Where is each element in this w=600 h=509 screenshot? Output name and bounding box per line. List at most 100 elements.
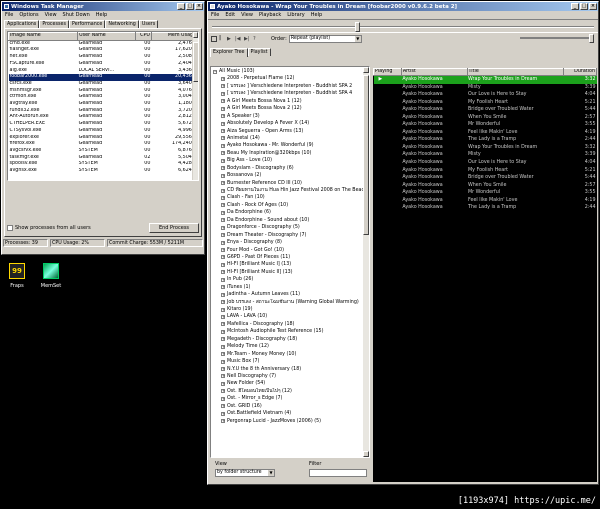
tree-item[interactable]: + Clash - Fan (10)	[211, 194, 369, 201]
table-row[interactable]: cmd.exe Gearhead 00 2,476 K	[9, 40, 198, 47]
playlist-row[interactable]: Ayako Hosokawa My Foolish Heart 5:21	[374, 167, 597, 175]
table-row[interactable]: net.exe Gearhead 00 2,508 K	[9, 54, 198, 61]
table-row[interactable]: firefox.exe Gearhead 00 174,240 K	[9, 141, 198, 148]
pause-icon[interactable]: ‖	[219, 35, 225, 42]
tree-item[interactable]: + Ost. - Mirror_s Edge (7)	[211, 395, 369, 402]
tree-item[interactable]: + Absolutely Develop A Fever X (14)	[211, 120, 369, 127]
tree-item[interactable]: + Music Box (7)	[211, 358, 369, 365]
tree-item[interactable]: + HI-FI [Brilliant Music II] (13)	[211, 269, 369, 276]
fraps-desktop-icon[interactable]: 99 Fraps	[2, 263, 32, 289]
stop-icon[interactable]	[211, 35, 217, 42]
minimize-button[interactable]: _	[177, 3, 185, 10]
playlist-header-artist[interactable]: Artist	[400, 68, 468, 76]
tree-item[interactable]: + Dragonforce - Discography (5)	[211, 224, 369, 231]
tree-item[interactable]: + Enya - Discography (8)	[211, 239, 369, 246]
playlist-header-title[interactable]: Title	[466, 68, 565, 76]
seek-slider[interactable]	[212, 26, 594, 28]
tab-users[interactable]: Users	[138, 20, 159, 28]
playlist-header-duration[interactable]: Duration	[563, 68, 597, 76]
explorer-tree[interactable]: − All Music (103) +2008 - Perpetual Flame…	[210, 66, 370, 458]
column-header-cpu[interactable]: CPU	[134, 32, 152, 41]
playlist-row[interactable]: Ayako Hosokawa When You Smile 2:57	[374, 114, 597, 122]
tree-item[interactable]: + Melody Time (12)	[211, 343, 369, 350]
tree-item[interactable]: +2008 - Perpetual Flame (12)	[211, 75, 369, 82]
tree-item[interactable]: + Job บรรเลง - สถานะโฉมชั่นงาน (Warning G…	[211, 299, 369, 306]
tree-item[interactable]: + Pergonrap Lucid - JazzMoves (2006) (5)	[211, 418, 369, 425]
table-row[interactable]: spoolsv.exe SYSTEM 00 4,428 K	[9, 161, 198, 168]
table-row[interactable]: taskmgr.exe Gearhead 02 5,504 K	[9, 155, 198, 162]
foobar-menu-item-playback[interactable]: Playback	[259, 12, 281, 18]
tab-applications[interactable]: Applications	[4, 20, 40, 28]
previous-icon[interactable]: |◀	[235, 36, 242, 42]
tree-item[interactable]: + In Pub (26)	[211, 276, 369, 283]
column-header-image-name[interactable]: Image Name	[8, 32, 79, 41]
playlist-row[interactable]: Ayako Hosokawa Misty 3:39	[374, 84, 597, 92]
task-manager-titlebar[interactable]: Windows Task Manager _ □ ×	[2, 2, 204, 11]
tree-item[interactable]: + A Girl Meets Bossa Nova 2 (12)	[211, 105, 369, 112]
tree-item[interactable]: + New Folder (54)	[211, 380, 369, 387]
tree-item[interactable]: + Da Endorphine (6)	[211, 209, 369, 216]
tree-item[interactable]: + Mr.Team - Money Money (10)	[211, 351, 369, 358]
tree-item[interactable]: + Bossanova (2)	[211, 172, 369, 179]
table-row[interactable]: Ant-Autorun.exe Gearhead 00 2,812 K	[9, 114, 198, 121]
tree-item[interactable]: + CD ที่ผมทานในงาน Hua Hin Jazz Festival …	[211, 187, 369, 194]
tree-item[interactable]: + Ost.Battlefield Vietnam (4)	[211, 410, 369, 417]
end-process-button[interactable]: End Process	[149, 223, 199, 233]
playlist-row[interactable]: Ayako Hosokawa Feel like Makin' Love 4:19	[374, 197, 597, 205]
foobar-minimize-button[interactable]: _	[571, 3, 579, 10]
playlist-row[interactable]: Ayako Hosokawa Feel like Makin' Love 4:19	[374, 129, 597, 137]
playlist-row[interactable]: Ayako Hosokawa Our Love is Here to Stay 4:…	[374, 159, 597, 167]
tree-item[interactable]: + A Girl Meets Bossa Nova 1 (12)	[211, 98, 369, 105]
tree-item[interactable]: + Ayako Hosokawa - Mr. Wonderful (9)	[211, 142, 369, 149]
tab-networking[interactable]: Networking	[105, 20, 139, 28]
tree-item[interactable]: + Ost. GRID (16)	[211, 403, 369, 410]
table-row[interactable]: explorer.exe Gearhead 00 29,556 K	[9, 135, 198, 142]
playlist-row[interactable]: Ayako Hosokawa Mr Wonderful 3:55	[374, 189, 597, 197]
foobar-menu-item-library[interactable]: Library	[287, 12, 304, 18]
tree-item[interactable]: + iTunes (1)	[211, 284, 369, 291]
process-list-scrollbar[interactable]	[192, 32, 198, 180]
tree-item[interactable]: + Da Endorphine - Sound about (10)	[211, 217, 369, 224]
tree-item[interactable]: + McIntosh Audiophile Test Reference (15)	[211, 328, 369, 335]
tree-item[interactable]: + Clash - Rock Of Ages (10)	[211, 202, 369, 209]
menu-item-file[interactable]: File	[5, 12, 13, 18]
tab-performance[interactable]: Performance	[68, 20, 106, 28]
menu-item-view[interactable]: View	[45, 12, 57, 18]
tree-item[interactable]: + Big Ass - Love (10)	[211, 157, 369, 164]
tree-item[interactable]: + Megadeth - Discography (18)	[211, 336, 369, 343]
table-row[interactable]: flashget.exe Gearhead 00 17,620 K	[9, 47, 198, 54]
foobar-titlebar[interactable]: Ayako Hosokawa - Wrap Your Troubles in D…	[208, 2, 598, 11]
menu-item-options[interactable]: Options	[19, 12, 38, 18]
foobar-menu-item-edit[interactable]: Edit	[225, 12, 235, 18]
tree-item[interactable]: + Four Mod - Got Go! (10)	[211, 247, 369, 254]
tree-item[interactable]: + Bodyslam - Discography (6)	[211, 165, 369, 172]
table-row[interactable]: csrcs.exe Gearhead 00 3,640 K	[9, 81, 198, 88]
filter-input[interactable]	[309, 469, 367, 477]
table-row[interactable]: avgnsx.exe SYSTEM 00 6,624 K	[9, 168, 198, 175]
foobar-menu-item-view[interactable]: View	[241, 12, 253, 18]
tree-item[interactable]: +[ บรรเลง ] Verschiedene Interpreten - B…	[211, 90, 369, 97]
tree-item[interactable]: +[ บรรเลง ] Verschiedene Interpreten - B…	[211, 83, 369, 90]
foobar-close-button[interactable]: ×	[589, 3, 597, 10]
playlist-row[interactable]: ▶ Ayako Hosokawa Wrap Your Troubles in Dre…	[373, 75, 597, 84]
table-row[interactable]: CTSysVol.exe Gearhead 00 4,996 K	[9, 128, 198, 135]
table-row[interactable]: ctfmon.exe Gearhead 00 3,004 K	[9, 94, 198, 101]
panel-tab-playlist[interactable]: Playlist	[247, 48, 271, 56]
panel-tab-explorer-tree[interactable]: Explorer Tree	[210, 48, 248, 57]
table-row[interactable]: avgcsrvx.exe SYSTEM 00 6,876 K	[9, 148, 198, 155]
playlist-table[interactable]: Playing Artist Title Duration ▶ Ayako Hosoka…	[373, 68, 597, 212]
tree-item[interactable]: + Burnester Reference CD III (10)	[211, 180, 369, 187]
tree-item[interactable]: + Jadintha - Autumn Leaves (11)	[211, 291, 369, 298]
tree-item[interactable]: + Kitaro (19)	[211, 306, 369, 313]
process-list[interactable]: Image Name User Name CPU Mem Usage cmd.exe G…	[7, 31, 199, 181]
tree-root[interactable]: − All Music (103)	[211, 68, 369, 75]
random-icon[interactable]: ?	[253, 36, 259, 42]
order-select[interactable]: Repeat (playlist) ▼	[288, 34, 362, 43]
table-row[interactable]: avgtray.exe Gearhead 00 1,180 K	[9, 101, 198, 108]
tree-item[interactable]: + Nell Discography (7)	[211, 373, 369, 380]
table-row[interactable]: FSCapture.exe Gearhead 00 2,404 K	[9, 61, 198, 68]
tree-item[interactable]: + A Speaker (3)	[211, 113, 369, 120]
show-all-processes-checkbox[interactable]	[7, 225, 13, 231]
table-row[interactable]: rundll32.exe Gearhead 00 3,720 K	[9, 108, 198, 115]
memset-desktop-icon[interactable]: MemSet	[36, 263, 66, 289]
